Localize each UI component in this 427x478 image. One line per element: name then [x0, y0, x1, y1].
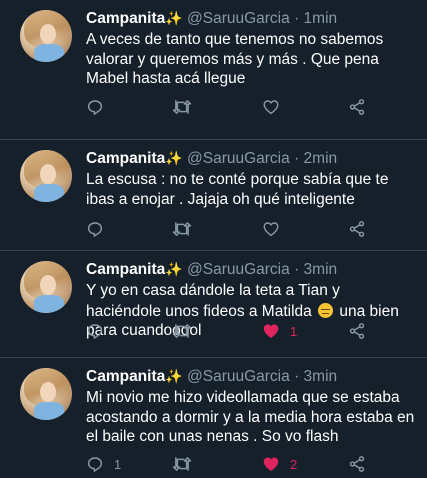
timestamp[interactable]: 2min	[304, 150, 338, 167]
like-button[interactable]	[262, 96, 290, 118]
share-icon	[348, 322, 366, 340]
like-icon	[262, 220, 280, 238]
reply-button[interactable]	[86, 96, 114, 118]
avatar[interactable]	[20, 150, 72, 202]
separator-dot: ·	[294, 368, 300, 385]
retweet-icon	[172, 322, 192, 340]
reply-button[interactable]	[86, 218, 114, 240]
reply-button[interactable]: 1	[86, 453, 121, 475]
separator-dot: ·	[294, 150, 300, 167]
tweet[interactable]: Campanita✨ @SaruuGarcia · 2min La escusa…	[0, 140, 427, 251]
tweet-actions: 1	[86, 320, 386, 342]
reply-icon	[86, 455, 104, 473]
sparkle-emoji: ✨	[165, 10, 183, 26]
tweet-header: Campanita✨ @SaruuGarcia · 3min	[86, 259, 337, 280]
share-button[interactable]	[348, 218, 366, 240]
tweet-header: Campanita✨ @SaruuGarcia · 3min	[86, 366, 337, 387]
share-icon	[348, 455, 366, 473]
expressionless-face-emoji	[318, 302, 334, 318]
like-button[interactable]: 2	[262, 453, 297, 475]
like-button[interactable]: 1	[262, 320, 297, 342]
tweet-actions: 1 2	[86, 453, 386, 475]
avatar[interactable]	[20, 261, 72, 313]
share-button[interactable]	[348, 96, 366, 118]
retweet-button[interactable]	[172, 96, 192, 118]
reply-icon	[86, 322, 104, 340]
username[interactable]: @SaruuGarcia	[187, 10, 290, 27]
like-icon	[262, 455, 280, 473]
display-name[interactable]: Campanita	[86, 10, 165, 27]
tweet[interactable]: Campanita✨ @SaruuGarcia · 3min Y yo en c…	[0, 251, 427, 358]
sparkle-emoji: ✨	[165, 150, 183, 166]
username[interactable]: @SaruuGarcia	[187, 368, 290, 385]
share-icon	[348, 98, 366, 116]
display-name[interactable]: Campanita	[86, 150, 165, 167]
display-name[interactable]: Campanita	[86, 261, 165, 278]
tweet-text-part: Y yo en casa dándole la teta a Tian y ha…	[86, 282, 340, 320]
tweet-text: A veces de tanto que tenemos no sabemos …	[86, 31, 384, 87]
tweet-actions	[86, 96, 386, 118]
retweet-icon	[172, 455, 192, 473]
like-count: 1	[290, 323, 298, 339]
tweet-header: Campanita✨ @SaruuGarcia · 2min	[86, 148, 337, 169]
tweet[interactable]: Campanita✨ @SaruuGarcia · 3min Mi novio …	[0, 358, 427, 478]
share-icon	[348, 220, 366, 238]
retweet-button[interactable]	[172, 218, 192, 240]
like-count: 2	[290, 456, 298, 472]
username[interactable]: @SaruuGarcia	[187, 150, 290, 167]
like-icon	[262, 98, 280, 116]
username[interactable]: @SaruuGarcia	[187, 261, 290, 278]
display-name[interactable]: Campanita	[86, 368, 165, 385]
share-button[interactable]	[348, 320, 366, 342]
avatar[interactable]	[20, 10, 72, 62]
like-icon	[262, 322, 280, 340]
tweet-actions	[86, 218, 386, 240]
separator-dot: ·	[294, 261, 300, 278]
reply-count: 1	[114, 456, 122, 472]
retweet-button[interactable]	[172, 320, 192, 342]
reply-icon	[86, 98, 104, 116]
retweet-icon	[172, 98, 192, 116]
tweet[interactable]: Campanita✨ @SaruuGarcia · 1min A veces d…	[0, 0, 427, 140]
sparkle-emoji: ✨	[165, 261, 183, 277]
retweet-button[interactable]	[172, 453, 192, 475]
share-button[interactable]	[348, 453, 366, 475]
timestamp[interactable]: 3min	[304, 368, 338, 385]
separator-dot: ·	[294, 10, 300, 27]
reply-button[interactable]	[86, 320, 114, 342]
tweet-text: Mi novio me hizo videollamada que se est…	[86, 389, 415, 445]
retweet-icon	[172, 220, 192, 238]
tweet-header: Campanita✨ @SaruuGarcia · 1min	[86, 8, 337, 29]
avatar[interactable]	[20, 368, 72, 420]
like-button[interactable]	[262, 218, 290, 240]
reply-icon	[86, 220, 104, 238]
tweet-text: La escusa : no te conté porque sabía que…	[86, 171, 389, 208]
timestamp[interactable]: 3min	[304, 261, 338, 278]
sparkle-emoji: ✨	[165, 368, 183, 384]
timestamp[interactable]: 1min	[304, 10, 338, 27]
